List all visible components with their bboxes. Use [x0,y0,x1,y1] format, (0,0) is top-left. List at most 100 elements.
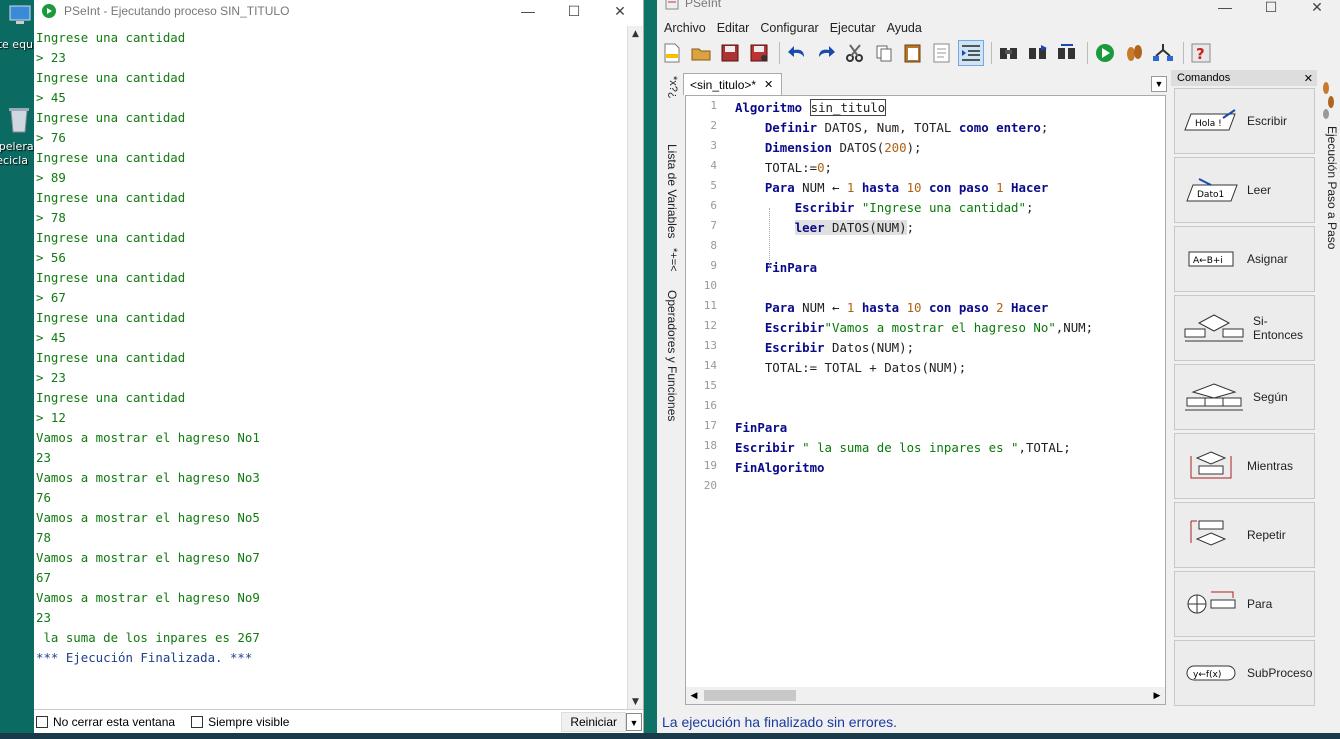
always-visible-checkbox[interactable]: Siempre visible [191,715,289,729]
code-line: FinPara [764,260,818,275]
variables-tab[interactable]: Lista de Variables [659,144,679,239]
code-line: Escribir Datos(NUM); [764,340,915,355]
side-tabs-right: Ejecución Paso a Paso [1319,80,1339,280]
cmd-mientras[interactable]: Mientras [1174,433,1315,499]
commands-close-icon[interactable]: ✕ [1304,72,1313,85]
no-close-label: No cerrar esta ventana [53,714,176,729]
reset-dropdown-icon[interactable]: ▼ [626,712,642,731]
console-scrollbar[interactable]: ▲ ▼ [627,26,643,710]
no-close-checkbox[interactable]: No cerrar esta ventana [36,715,175,729]
toolbar-separator [779,42,780,64]
operators-tab[interactable]: Operadores y Funciones [659,290,679,421]
algorithm-name: sin_titulo [809,99,887,116]
save-as-icon[interactable] [746,40,772,66]
scroll-thumb[interactable] [704,690,796,701]
operators-tab-icon[interactable]: *+=< [659,248,679,272]
tab-sin-titulo[interactable]: <sin_titulo>* ✕ [683,73,783,95]
maximize-button[interactable]: ☐ [551,0,597,22]
cut-icon[interactable] [842,40,868,66]
open-file-icon[interactable] [688,40,714,66]
console-final-line: *** Ejecución Finalizada. *** [36,650,253,665]
editor-titlebar[interactable]: PSeInt — ☐ ✕ [657,0,1340,15]
maximize-button[interactable]: ☐ [1248,0,1294,18]
step-by-step-tab[interactable]: Ejecución Paso a Paso [1319,126,1339,249]
console-input-line: > 45 [36,90,66,105]
reset-button[interactable]: Reiniciar [561,711,626,732]
console-output[interactable]: Ingrese una cantidad > 23 Ingrese una cant… [34,28,626,708]
scroll-down-arrow-icon[interactable]: ▼ [628,694,643,710]
cmd-subproceso[interactable]: y←f(x) SubProceso [1174,640,1315,706]
scroll-right-arrow-icon[interactable]: ▶ [1149,690,1165,701]
paste-icon[interactable] [900,40,926,66]
redo-icon[interactable] [813,40,839,66]
if-icon [1184,314,1244,342]
code-line: Para NUM ← 1 hasta 10 con paso 2 Hacer [764,300,1049,315]
desktop-icon-label: apelera [0,140,34,153]
new-file-icon[interactable] [659,40,685,66]
flowchart-icon[interactable] [1150,40,1176,66]
console-input-line: > 23 [36,370,66,385]
checkbox-box[interactable] [36,715,48,728]
editor-window: PSeInt — ☐ ✕ Archivo Editar Configurar E… [657,0,1340,739]
cmd-leer[interactable]: Dato1 Leer [1174,157,1315,223]
run-window-titlebar[interactable]: PSeInt - Ejecutando proceso SIN_TITULO —… [34,0,643,22]
indent-icon[interactable] [958,40,984,66]
step-by-step-icon[interactable] [1121,40,1147,66]
desktop: ste equ apelera recicla [0,0,34,739]
minimize-button[interactable]: — [505,0,551,22]
toolbar-separator [1087,42,1088,64]
close-button[interactable]: ✕ [597,0,643,22]
tab-dropdown-icon[interactable]: ▼ [1151,76,1167,92]
desktop-icon-label: recicla [0,154,28,167]
run-icon[interactable] [1092,40,1118,66]
cmd-repetir[interactable]: Repetir [1174,502,1315,568]
toolbar-separator [991,42,992,64]
assign-icon: A←B+i [1188,251,1234,267]
console-input-line: > 67 [36,290,66,305]
save-icon[interactable] [717,40,743,66]
menu-editar[interactable]: Editar [717,18,750,38]
find-next-icon[interactable] [1025,40,1051,66]
menu-configurar[interactable]: Configurar [760,18,818,38]
cmd-si-entonces[interactable]: Si-Entonces [1174,295,1315,361]
svg-text:A←B+i: A←B+i [1193,256,1223,266]
line-number: 1 [710,99,717,112]
minimize-button[interactable]: — [1202,0,1248,18]
cmd-escribir[interactable]: Hola ! Escribir [1174,88,1315,154]
variables-tab-icon[interactable]: *x?¿ [659,76,679,99]
recycle-bin-icon[interactable] [6,106,32,133]
console-output-line: Vamos a mostrar el hagreso No1 [36,430,260,445]
line-number: 13 [703,339,717,352]
code-line: Escribir "Ingrese una cantidad"; [794,200,1034,215]
editor-hscrollbar[interactable]: ◀ ▶ [686,687,1165,704]
copy-icon[interactable] [871,40,897,66]
edit-icon[interactable] [929,40,955,66]
replace-icon[interactable] [1054,40,1080,66]
cmd-asignar[interactable]: A←B+i Asignar [1174,226,1315,292]
tab-close-icon[interactable]: ✕ [764,75,773,95]
code-area[interactable]: Algoritmo sin_titulo Definir DATOS, Num,… [735,98,1165,498]
undo-icon[interactable] [784,40,810,66]
close-button[interactable]: ✕ [1294,0,1340,18]
step-by-step-tab-icon[interactable] [1320,80,1336,120]
svg-text:Dato1: Dato1 [1197,190,1224,200]
menubar: Archivo Editar Configurar Ejecutar Ayuda [657,18,926,38]
line-number: 12 [703,319,717,332]
menu-archivo[interactable]: Archivo [664,18,706,38]
code-editor[interactable]: 1 2 3 4 5 6 7 8 9 10 11 12 13 14 15 16 17 18 19 20 Algoritm… [685,95,1166,705]
scroll-left-arrow-icon[interactable]: ◀ [686,690,702,701]
checkbox-box[interactable] [191,715,204,728]
line-number: 8 [710,239,717,252]
console-input-line: > 45 [36,330,66,345]
menu-ayuda[interactable]: Ayuda [887,18,922,38]
code-line: Algoritmo sin_titulo [735,99,887,116]
cmd-para[interactable]: Para [1174,571,1315,637]
computer-icon[interactable] [6,4,32,28]
repeat-icon [1190,520,1227,546]
scroll-up-arrow-icon[interactable]: ▲ [628,26,643,42]
cmd-segun[interactable]: Según [1174,364,1315,430]
menu-ejecutar[interactable]: Ejecutar [830,18,876,38]
find-icon[interactable] [996,40,1022,66]
help-icon[interactable]: ? [1188,40,1214,66]
